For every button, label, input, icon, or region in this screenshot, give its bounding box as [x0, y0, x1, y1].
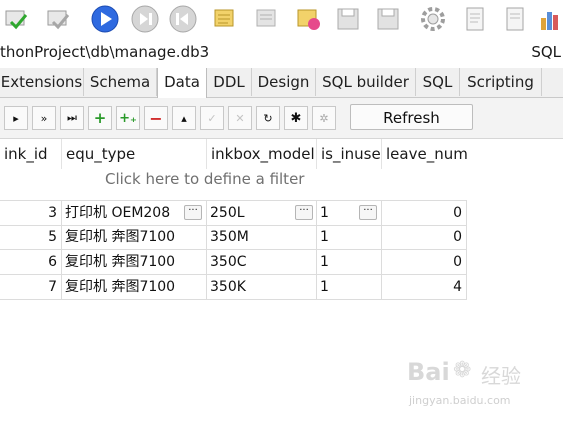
tab-sql-builder[interactable]: SQL builder: [316, 68, 416, 96]
tab-sql[interactable]: SQL: [416, 68, 460, 96]
tab-extensions[interactable]: Extensions: [0, 68, 84, 96]
cell-inkbox-model[interactable]: 350K: [207, 275, 317, 300]
cell-inkbox-model[interactable]: 250L ···: [207, 201, 317, 226]
baidu-watermark: Bai ❁ 经验 jingyan.baidu.com: [405, 358, 540, 414]
cell-equ-type-text: 打印机 OEM208: [65, 205, 171, 221]
main-toolbar: [0, 0, 563, 38]
watermark-brand-suffix: 经验: [481, 364, 521, 388]
checkbox-icon[interactable]: [2, 4, 32, 34]
cell-is-inuse-text: 1: [320, 205, 329, 221]
cell-ink-id[interactable]: 3: [0, 201, 62, 226]
table-row[interactable]: 7 复印机 奔图7100 350K 1 4: [0, 275, 467, 300]
move-up-icon[interactable]: ▴: [172, 106, 196, 130]
delete-row-icon[interactable]: −: [144, 106, 168, 130]
cell-is-inuse[interactable]: 1 ···: [317, 201, 382, 226]
cell-leave-num[interactable]: 0: [382, 250, 467, 275]
cell-ink-id[interactable]: 6: [0, 250, 62, 275]
cell-leave-num[interactable]: 0: [382, 201, 467, 226]
tab-bar: Extensions Schema Data DDL Design SQL bu…: [0, 68, 563, 98]
save-icon[interactable]: [374, 4, 404, 34]
ellipsis-button[interactable]: ···: [295, 205, 313, 220]
table-row[interactable]: 6 复印机 奔图7100 350C 1 0: [0, 250, 467, 275]
scroll-icon[interactable]: [210, 4, 240, 34]
path-suffix: SQL: [531, 43, 561, 61]
watermark-brand: Bai: [407, 358, 450, 386]
last-record-icon[interactable]: ⏭: [60, 106, 84, 130]
back-icon[interactable]: [168, 4, 198, 34]
cell-ink-id[interactable]: 5: [0, 225, 62, 250]
watermark-url: jingyan.baidu.com: [409, 394, 511, 407]
cell-equ-type[interactable]: 打印机 OEM208 ···: [62, 201, 207, 226]
cell-inkbox-model[interactable]: 350M: [207, 225, 317, 250]
cell-leave-num[interactable]: 0: [382, 225, 467, 250]
filter-row[interactable]: Click here to define a filter: [105, 170, 304, 188]
sparkle-icon[interactable]: ✲: [312, 106, 336, 130]
add-multiple-rows-icon[interactable]: +₊: [116, 106, 140, 130]
tab-data[interactable]: Data: [157, 68, 207, 98]
save-icon[interactable]: [334, 4, 364, 34]
scroll-icon[interactable]: [294, 4, 324, 34]
fast-forward-icon[interactable]: »: [32, 106, 56, 130]
tab-schema[interactable]: Schema: [84, 68, 157, 96]
rollback-icon[interactable]: ✕: [228, 106, 252, 130]
column-header-is-inuse[interactable]: is_inuse: [317, 139, 382, 169]
commit-icon[interactable]: ✓: [200, 106, 224, 130]
column-header-inkbox-model[interactable]: inkbox_model: [207, 139, 317, 169]
table-row[interactable]: 3 打印机 OEM208 ··· 250L ··· 1 ··· 0: [0, 200, 467, 226]
cell-leave-num[interactable]: 4: [382, 275, 467, 300]
tab-scripting[interactable]: Scripting: [460, 68, 542, 96]
tab-ddl[interactable]: DDL: [207, 68, 252, 96]
cell-is-inuse[interactable]: 1: [317, 275, 382, 300]
data-toolbar: ▸ » ⏭ + +₊ − ▴ ✓ ✕ ↻ ✱ ✲ Refresh: [0, 98, 563, 139]
cell-inkbox-model[interactable]: 350C: [207, 250, 317, 275]
column-header-leave-num[interactable]: leave_num: [382, 139, 468, 169]
ellipsis-button[interactable]: ···: [359, 205, 377, 220]
step-icon[interactable]: [130, 4, 160, 34]
play-icon[interactable]: [90, 4, 120, 34]
tab-design[interactable]: Design: [252, 68, 316, 96]
cell-ink-id[interactable]: 7: [0, 275, 62, 300]
checkbox-icon[interactable]: [44, 4, 74, 34]
database-path: thonProject\db\manage.db3: [0, 43, 210, 61]
cell-equ-type[interactable]: 复印机 奔图7100: [62, 250, 207, 275]
scroll-icon[interactable]: [252, 4, 282, 34]
cell-is-inuse[interactable]: 1: [317, 250, 382, 275]
document-icon[interactable]: [460, 4, 490, 34]
column-header-ink-id[interactable]: ink_id: [0, 139, 62, 169]
gear-icon[interactable]: [418, 4, 448, 34]
column-header-equ-type[interactable]: equ_type: [62, 139, 207, 169]
add-row-icon[interactable]: +: [88, 106, 112, 130]
document-icon[interactable]: [500, 4, 530, 34]
table-row[interactable]: 5 复印机 奔图7100 350M 1 0: [0, 225, 467, 250]
paw-icon: ❁: [453, 358, 472, 383]
next-record-icon[interactable]: ▸: [4, 106, 28, 130]
refresh-record-icon[interactable]: ↻: [256, 106, 280, 130]
cell-equ-type[interactable]: 复印机 奔图7100: [62, 225, 207, 250]
cell-equ-type[interactable]: 复印机 奔图7100: [62, 275, 207, 300]
chart-icon[interactable]: [536, 4, 563, 34]
asterisk-icon[interactable]: ✱: [284, 106, 308, 130]
refresh-button[interactable]: Refresh: [350, 104, 473, 130]
database-path-bar: thonProject\db\manage.db3 SQL: [0, 38, 563, 69]
cell-inkbox-model-text: 250L: [210, 205, 245, 221]
cell-is-inuse[interactable]: 1: [317, 225, 382, 250]
ellipsis-button[interactable]: ···: [184, 205, 202, 220]
